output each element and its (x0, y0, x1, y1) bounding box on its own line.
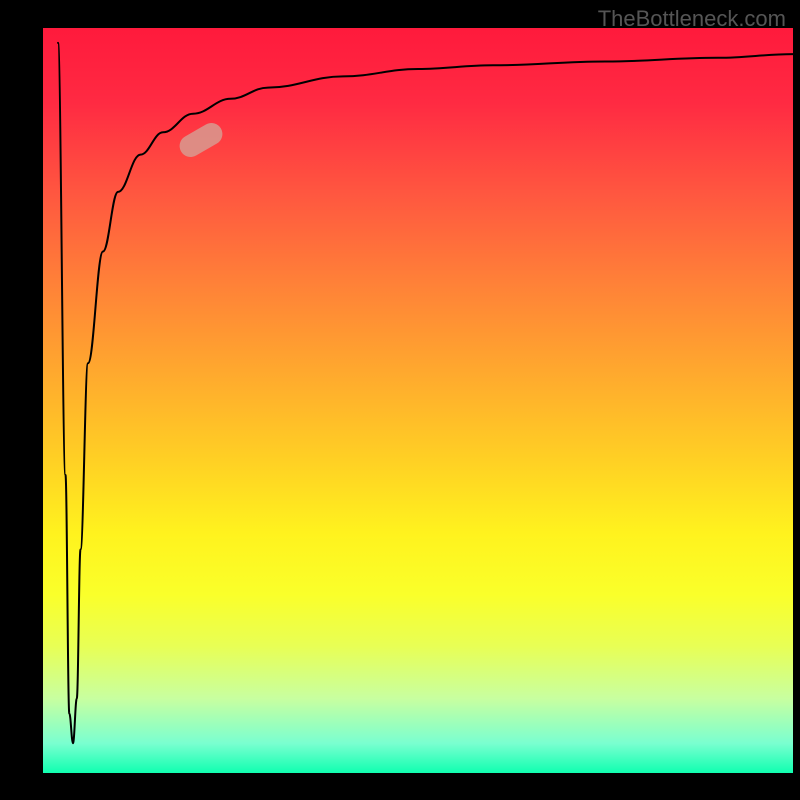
chart-curve-svg (43, 28, 793, 773)
watermark-text: TheBottleneck.com (598, 6, 786, 32)
chart-curve (58, 43, 793, 743)
chart-plot-area (43, 28, 793, 773)
